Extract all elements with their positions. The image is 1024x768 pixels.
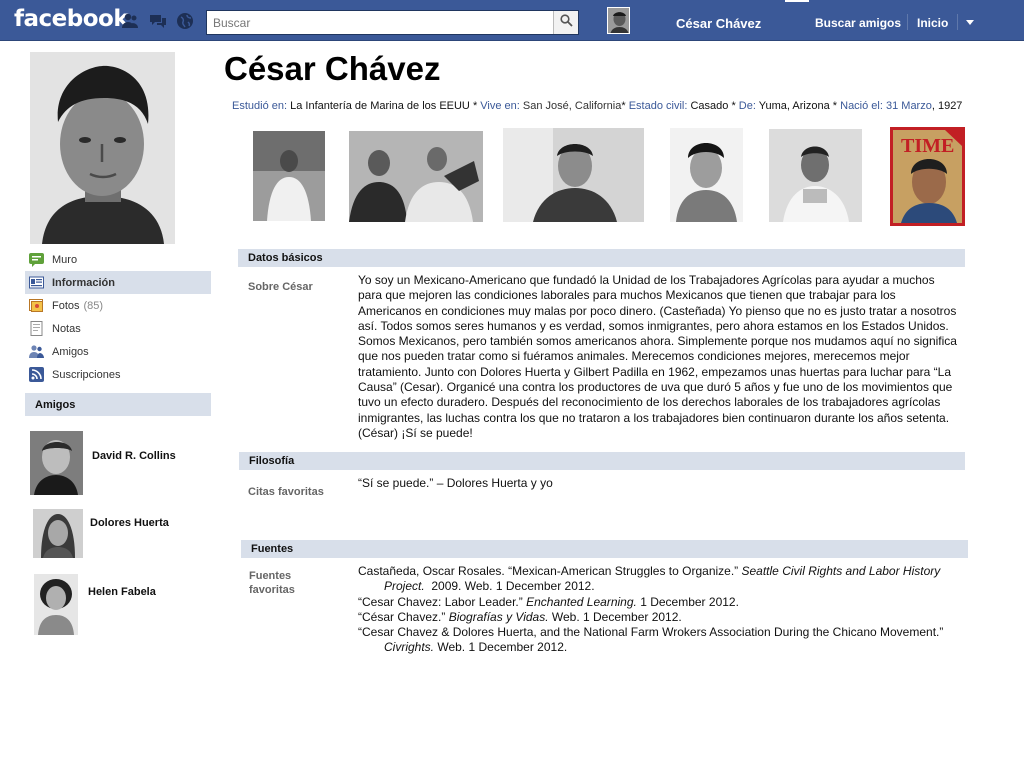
- divider: [907, 14, 908, 30]
- page-title: César Chávez: [224, 50, 441, 87]
- photo-thumbnail[interactable]: [349, 131, 483, 222]
- photos-count: (85): [83, 299, 104, 312]
- nav-label: Notas: [52, 322, 81, 335]
- source-entry: “Cesar Chavez: Labor Leader.” Enchanted …: [358, 595, 963, 610]
- sources-list: Castañeda, Oscar Rosales. “Mexican-Ameri…: [358, 564, 963, 656]
- magnifier-icon: [559, 13, 573, 32]
- source-text: “Cesar Chavez: Labor Leader.”: [358, 594, 527, 609]
- info-suffix: , 1927: [931, 100, 963, 112]
- profile-info-line: Estudió en: La Infantería de Marina de l…: [232, 100, 962, 112]
- source-entry: “Cesar Chavez & Dolores Huerta, and the …: [358, 625, 963, 656]
- info-label: Vive en:: [480, 100, 520, 112]
- search-input[interactable]: [207, 11, 553, 34]
- photo-thumbnail[interactable]: [769, 129, 862, 222]
- notes-icon: [29, 321, 44, 336]
- friend-name-link[interactable]: Dolores Huerta: [90, 517, 169, 529]
- nav-item-informacion[interactable]: Información: [25, 271, 211, 294]
- source-text: 1 December 2012.: [636, 594, 739, 609]
- info-label: Estado civil:: [628, 100, 688, 112]
- info-label: Nació el:: [840, 100, 883, 112]
- nav-item-amigos[interactable]: Amigos: [25, 340, 211, 363]
- source-text: “César Chavez.”: [358, 609, 449, 624]
- nav-label: Información: [52, 276, 115, 289]
- friend-avatar[interactable]: [33, 509, 83, 558]
- info-separator: *: [621, 100, 626, 112]
- source-title: Enchanted Learning.: [526, 594, 637, 609]
- find-friends-link[interactable]: Buscar amigos: [815, 16, 901, 30]
- info-label: Estudió en:: [232, 100, 288, 112]
- source-text: Castañeda, Oscar Rosales. “Mexican-Ameri…: [358, 564, 742, 578]
- photo-thumbnail[interactable]: [503, 128, 644, 222]
- source-title: Civrights.: [384, 640, 435, 655]
- source-text: 2009. Web. 1 December 2012.: [424, 579, 595, 594]
- notifications-globe-icon[interactable]: [176, 12, 194, 30]
- favorite-quote-text: “Sí se puede.” – Dolores Huerta y yo: [358, 476, 553, 490]
- active-indicator: [785, 0, 809, 2]
- info-separator: *: [472, 100, 478, 112]
- field-label-sources: Fuentes favoritas: [249, 570, 295, 596]
- photos-icon: [29, 298, 44, 313]
- friend-avatar[interactable]: [30, 431, 83, 495]
- friend-name-link[interactable]: David R. Collins: [92, 450, 176, 462]
- source-text: “Cesar Chavez & Dolores Huerta, and the …: [358, 625, 944, 640]
- messages-icon[interactable]: [149, 12, 167, 30]
- nav-item-suscripciones[interactable]: Suscripciones: [25, 363, 211, 386]
- home-link[interactable]: Inicio: [917, 16, 948, 30]
- info-label: De:: [738, 100, 756, 112]
- info-value: San José, California: [522, 100, 622, 112]
- info-icon: [29, 275, 44, 290]
- about-text: Yo soy un Mexicano-Americano que fundadó…: [358, 273, 957, 440]
- info-value: La Infantería de Marina de los EEUU: [290, 100, 470, 112]
- source-text: Web. 1 December 2012.: [434, 640, 568, 655]
- friend-name-link[interactable]: Helen Fabela: [88, 586, 156, 598]
- divider: [957, 14, 958, 30]
- section-heading-philosophy: Filosofía: [239, 452, 965, 470]
- user-name-link[interactable]: César Chávez: [676, 16, 761, 31]
- search-button[interactable]: [553, 11, 578, 34]
- user-avatar[interactable]: [607, 7, 630, 34]
- photo-thumbnail[interactable]: [253, 131, 325, 221]
- section-heading-sources: Fuentes: [241, 540, 968, 558]
- field-label-quotes: Citas favoritas: [248, 486, 324, 498]
- info-separator: *: [832, 100, 838, 112]
- friend-avatar[interactable]: [34, 574, 78, 635]
- dropdown-caret-icon[interactable]: [966, 20, 974, 25]
- profile-picture[interactable]: [30, 52, 175, 244]
- nav-label: Fotos: [52, 299, 80, 312]
- time-logo-text: TIME: [901, 135, 954, 157]
- source-text: Web. 1 December 2012.: [548, 609, 682, 624]
- photo-thumbnail[interactable]: [670, 128, 743, 222]
- nav-label: Suscripciones: [52, 368, 121, 381]
- subscriptions-icon: [29, 367, 44, 382]
- nav-label: Amigos: [52, 345, 89, 358]
- info-separator: *: [731, 100, 736, 112]
- time-magazine-cover[interactable]: TIME: [890, 127, 965, 226]
- nav-item-notas[interactable]: Notas: [25, 317, 211, 340]
- wall-icon: [29, 252, 44, 267]
- info-value: Yuma, Arizona: [758, 100, 830, 112]
- facebook-logo[interactable]: facebook: [14, 6, 129, 32]
- profile-nav: Muro Información Fotos (85) Notas Amigos…: [25, 248, 211, 386]
- source-title: Biografías y Vidas.: [448, 609, 549, 624]
- top-navigation-bar: facebook César Chávez Buscar amigos Inic…: [0, 0, 1024, 41]
- source-entry: “César Chavez.” Biografías y Vidas. Web.…: [358, 610, 963, 625]
- friend-requests-icon[interactable]: [121, 12, 139, 30]
- info-value: Casado: [690, 100, 729, 112]
- source-entry: Castañeda, Oscar Rosales. “Mexican-Ameri…: [358, 564, 963, 595]
- nav-item-muro[interactable]: Muro: [25, 248, 211, 271]
- nav-item-fotos[interactable]: Fotos (85): [25, 294, 211, 317]
- friends-icon: [29, 344, 44, 359]
- search-box: [206, 10, 579, 35]
- info-value-link[interactable]: 31 Marzo: [886, 100, 932, 112]
- section-heading-basic: Datos básicos: [238, 249, 965, 267]
- field-label-about: Sobre César: [248, 281, 313, 293]
- friends-heading: Amigos: [25, 393, 211, 416]
- nav-label: Muro: [52, 253, 78, 266]
